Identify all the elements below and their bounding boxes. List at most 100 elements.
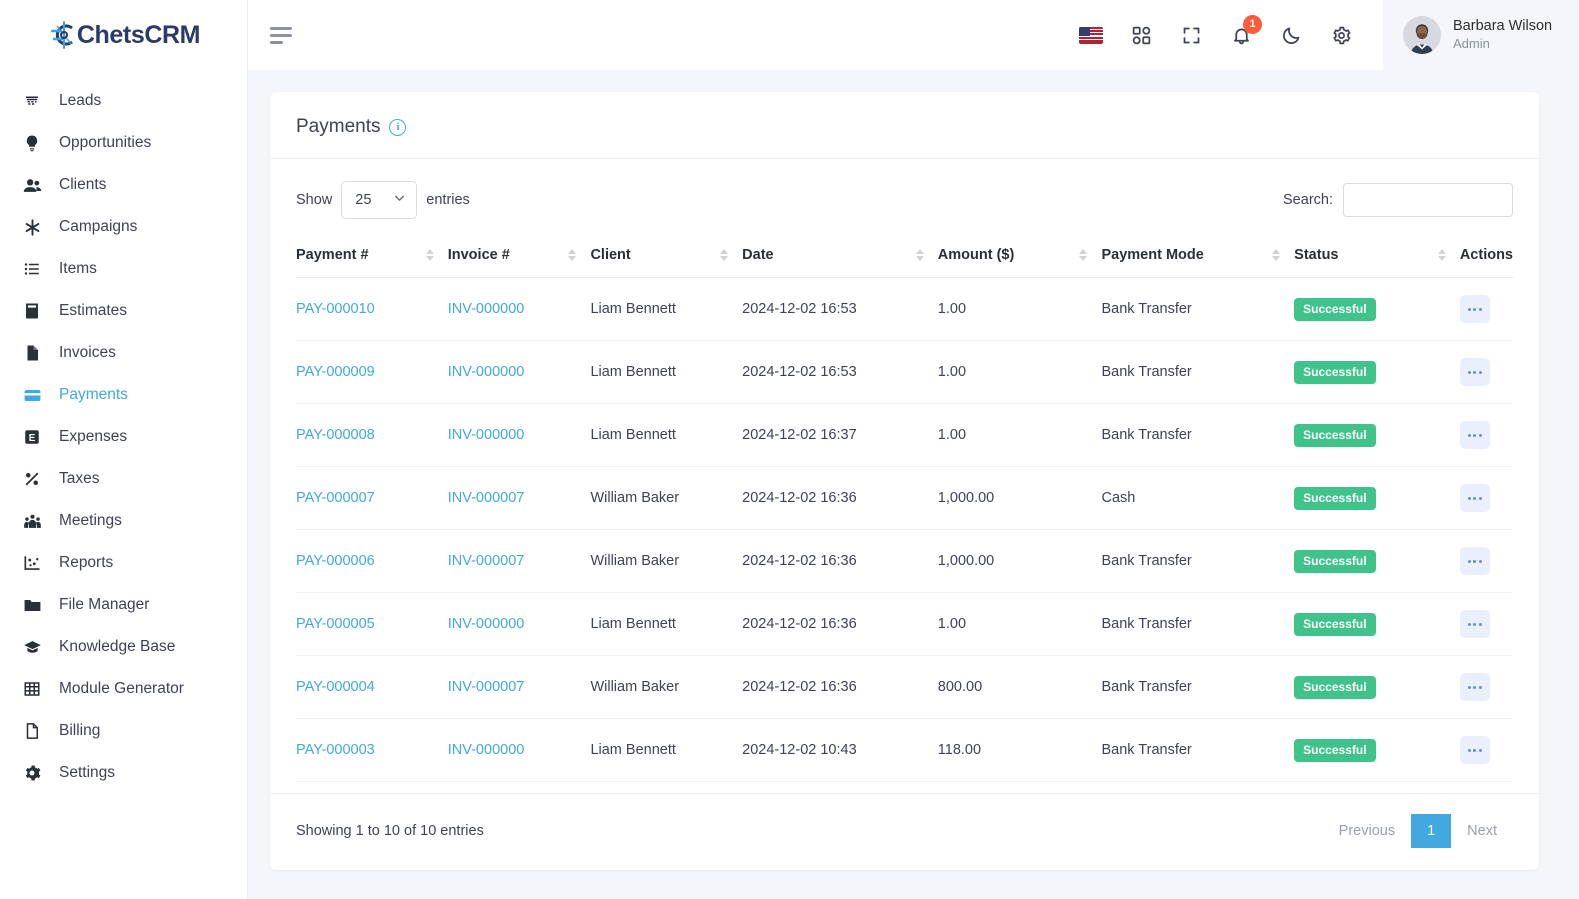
- fullscreen-icon[interactable]: [1179, 23, 1203, 47]
- pagination-page-1[interactable]: 1: [1411, 814, 1452, 848]
- sidebar-item-reports[interactable]: Reports: [0, 542, 247, 584]
- sidebar-item-payments[interactable]: Payments: [0, 374, 247, 416]
- cell-payment[interactable]: PAY-000003: [296, 718, 448, 782]
- hamburger-icon[interactable]: [268, 21, 296, 49]
- language-flag-us-icon[interactable]: [1079, 23, 1103, 47]
- cell-date: 2024-12-02 16:37: [742, 403, 938, 467]
- column-header-status[interactable]: Status: [1294, 235, 1460, 278]
- cell-amount: 118.00: [937, 718, 1102, 782]
- expense-e-icon: E: [22, 427, 42, 447]
- column-header-amount[interactable]: Amount ($): [937, 235, 1102, 278]
- sidebar-item-taxes[interactable]: Taxes: [0, 458, 247, 500]
- cell-invoice[interactable]: INV-000007: [447, 655, 591, 719]
- user-profile-menu[interactable]: Barbara Wilson Admin: [1383, 0, 1579, 70]
- percent-icon: [22, 469, 42, 489]
- grid-table-icon: [22, 679, 42, 699]
- search-label: Search:: [1283, 192, 1333, 208]
- sidebar-item-estimates[interactable]: Estimates: [0, 290, 247, 332]
- sidebar-item-meetings[interactable]: Meetings: [0, 500, 247, 542]
- notifications-bell-icon[interactable]: 1: [1229, 15, 1262, 47]
- cell-payment[interactable]: PAY-000004: [296, 655, 448, 719]
- sidebar-item-billing[interactable]: Billing: [0, 710, 247, 752]
- payment-link[interactable]: PAY-000009: [296, 364, 375, 380]
- sidebar-item-settings[interactable]: Settings: [0, 752, 247, 794]
- column-header-date[interactable]: Date: [742, 235, 938, 278]
- cell-invoice[interactable]: INV-000000: [447, 781, 591, 793]
- dark-mode-moon-icon[interactable]: [1279, 23, 1303, 47]
- sidebar-item-clients[interactable]: Clients: [0, 164, 247, 206]
- settings-gear-icon[interactable]: [1329, 23, 1353, 47]
- cell-payment[interactable]: PAY-000007: [296, 466, 448, 530]
- sidebar-item-invoices[interactable]: Invoices: [0, 332, 247, 374]
- notification-badge: 1: [1243, 15, 1262, 34]
- invoice-link[interactable]: INV-000000: [448, 364, 525, 380]
- cell-payment[interactable]: PAY-000008: [296, 403, 448, 467]
- pagination-previous[interactable]: Previous: [1323, 814, 1411, 848]
- invoice-link[interactable]: INV-000007: [448, 679, 525, 695]
- row-actions-button[interactable]: [1459, 484, 1490, 512]
- row-actions-button[interactable]: [1459, 547, 1490, 575]
- people-group-icon: [22, 511, 42, 531]
- column-header-payment[interactable]: Payment #: [296, 235, 448, 278]
- cell-invoice[interactable]: INV-000000: [447, 718, 591, 782]
- invoice-link[interactable]: INV-000000: [448, 301, 525, 317]
- cell-payment[interactable]: PAY-000009: [296, 340, 448, 404]
- sidebar-item-campaigns[interactable]: Campaigns: [0, 206, 247, 248]
- sidebar-item-items[interactable]: Items: [0, 248, 247, 290]
- apps-grid-icon[interactable]: [1129, 23, 1153, 47]
- row-actions-button[interactable]: [1459, 673, 1490, 701]
- payment-link[interactable]: PAY-000006: [296, 553, 375, 569]
- cell-payment-mode: Cash: [1101, 466, 1295, 530]
- row-actions-button[interactable]: [1459, 421, 1490, 449]
- cell-amount: 1.00: [937, 277, 1102, 341]
- sidebar-item-opportunities[interactable]: Opportunities: [0, 122, 247, 164]
- payment-link[interactable]: PAY-000004: [296, 679, 375, 695]
- invoice-link[interactable]: INV-000000: [448, 616, 525, 632]
- brand[interactable]: ChetsCRM: [0, 0, 247, 70]
- row-actions-button[interactable]: [1459, 358, 1490, 386]
- column-header-payment-mode[interactable]: Payment Mode: [1101, 235, 1295, 278]
- cell-actions: [1459, 781, 1513, 793]
- invoice-link[interactable]: INV-000007: [448, 490, 525, 506]
- table-body: PAY-000010 INV-000000 Liam Bennett 2024-…: [296, 277, 1513, 793]
- payment-link[interactable]: PAY-000008: [296, 427, 375, 443]
- sidebar-item-file-manager[interactable]: File Manager: [0, 584, 247, 626]
- cell-invoice[interactable]: INV-000007: [447, 529, 591, 593]
- sidebar-item-knowledge-base[interactable]: Knowledge Base: [0, 626, 247, 668]
- sidebar-item-label: Billing: [59, 722, 101, 739]
- entries-per-page-select[interactable]: 25: [341, 181, 418, 219]
- cell-payment[interactable]: PAY-000002: [296, 781, 448, 793]
- cell-payment[interactable]: PAY-000010: [296, 277, 448, 341]
- table-row: PAY-000003 INV-000000 Liam Bennett 2024-…: [296, 718, 1513, 782]
- column-header-client[interactable]: Client: [590, 235, 743, 278]
- cell-payment[interactable]: PAY-000006: [296, 529, 448, 593]
- cell-invoice[interactable]: INV-000007: [447, 466, 591, 530]
- cell-status: Successful: [1294, 718, 1460, 782]
- pagination-next[interactable]: Next: [1451, 814, 1513, 848]
- payment-link[interactable]: PAY-000010: [296, 301, 375, 317]
- sidebar-item-expenses[interactable]: E Expenses: [0, 416, 247, 458]
- invoice-link[interactable]: INV-000000: [448, 742, 525, 758]
- cell-date: 2024-12-02 16:36: [742, 466, 938, 530]
- sidebar-item-leads[interactable]: Leads: [0, 80, 247, 122]
- payment-link[interactable]: PAY-000007: [296, 490, 375, 506]
- cell-invoice[interactable]: INV-000000: [447, 592, 591, 656]
- cell-invoice[interactable]: INV-000000: [447, 340, 591, 404]
- cell-payment[interactable]: PAY-000005: [296, 592, 448, 656]
- invoice-link[interactable]: INV-000007: [448, 553, 525, 569]
- payment-link[interactable]: PAY-000005: [296, 616, 375, 632]
- row-actions-button[interactable]: [1459, 295, 1490, 323]
- status-badge: Successful: [1294, 423, 1376, 447]
- sidebar-item-module-generator[interactable]: Module Generator: [0, 668, 247, 710]
- cell-invoice[interactable]: INV-000000: [447, 277, 591, 341]
- row-actions-button[interactable]: [1459, 736, 1490, 764]
- payment-link[interactable]: PAY-000003: [296, 742, 375, 758]
- cell-invoice[interactable]: INV-000000: [447, 403, 591, 467]
- search-input[interactable]: [1343, 183, 1513, 217]
- invoice-link[interactable]: INV-000000: [448, 427, 525, 443]
- cell-payment-mode: Bank Transfer: [1101, 529, 1295, 593]
- entries-label: entries: [426, 192, 470, 208]
- info-circle-icon[interactable]: i: [389, 118, 407, 136]
- row-actions-button[interactable]: [1459, 610, 1490, 638]
- column-header-invoice[interactable]: Invoice #: [447, 235, 591, 278]
